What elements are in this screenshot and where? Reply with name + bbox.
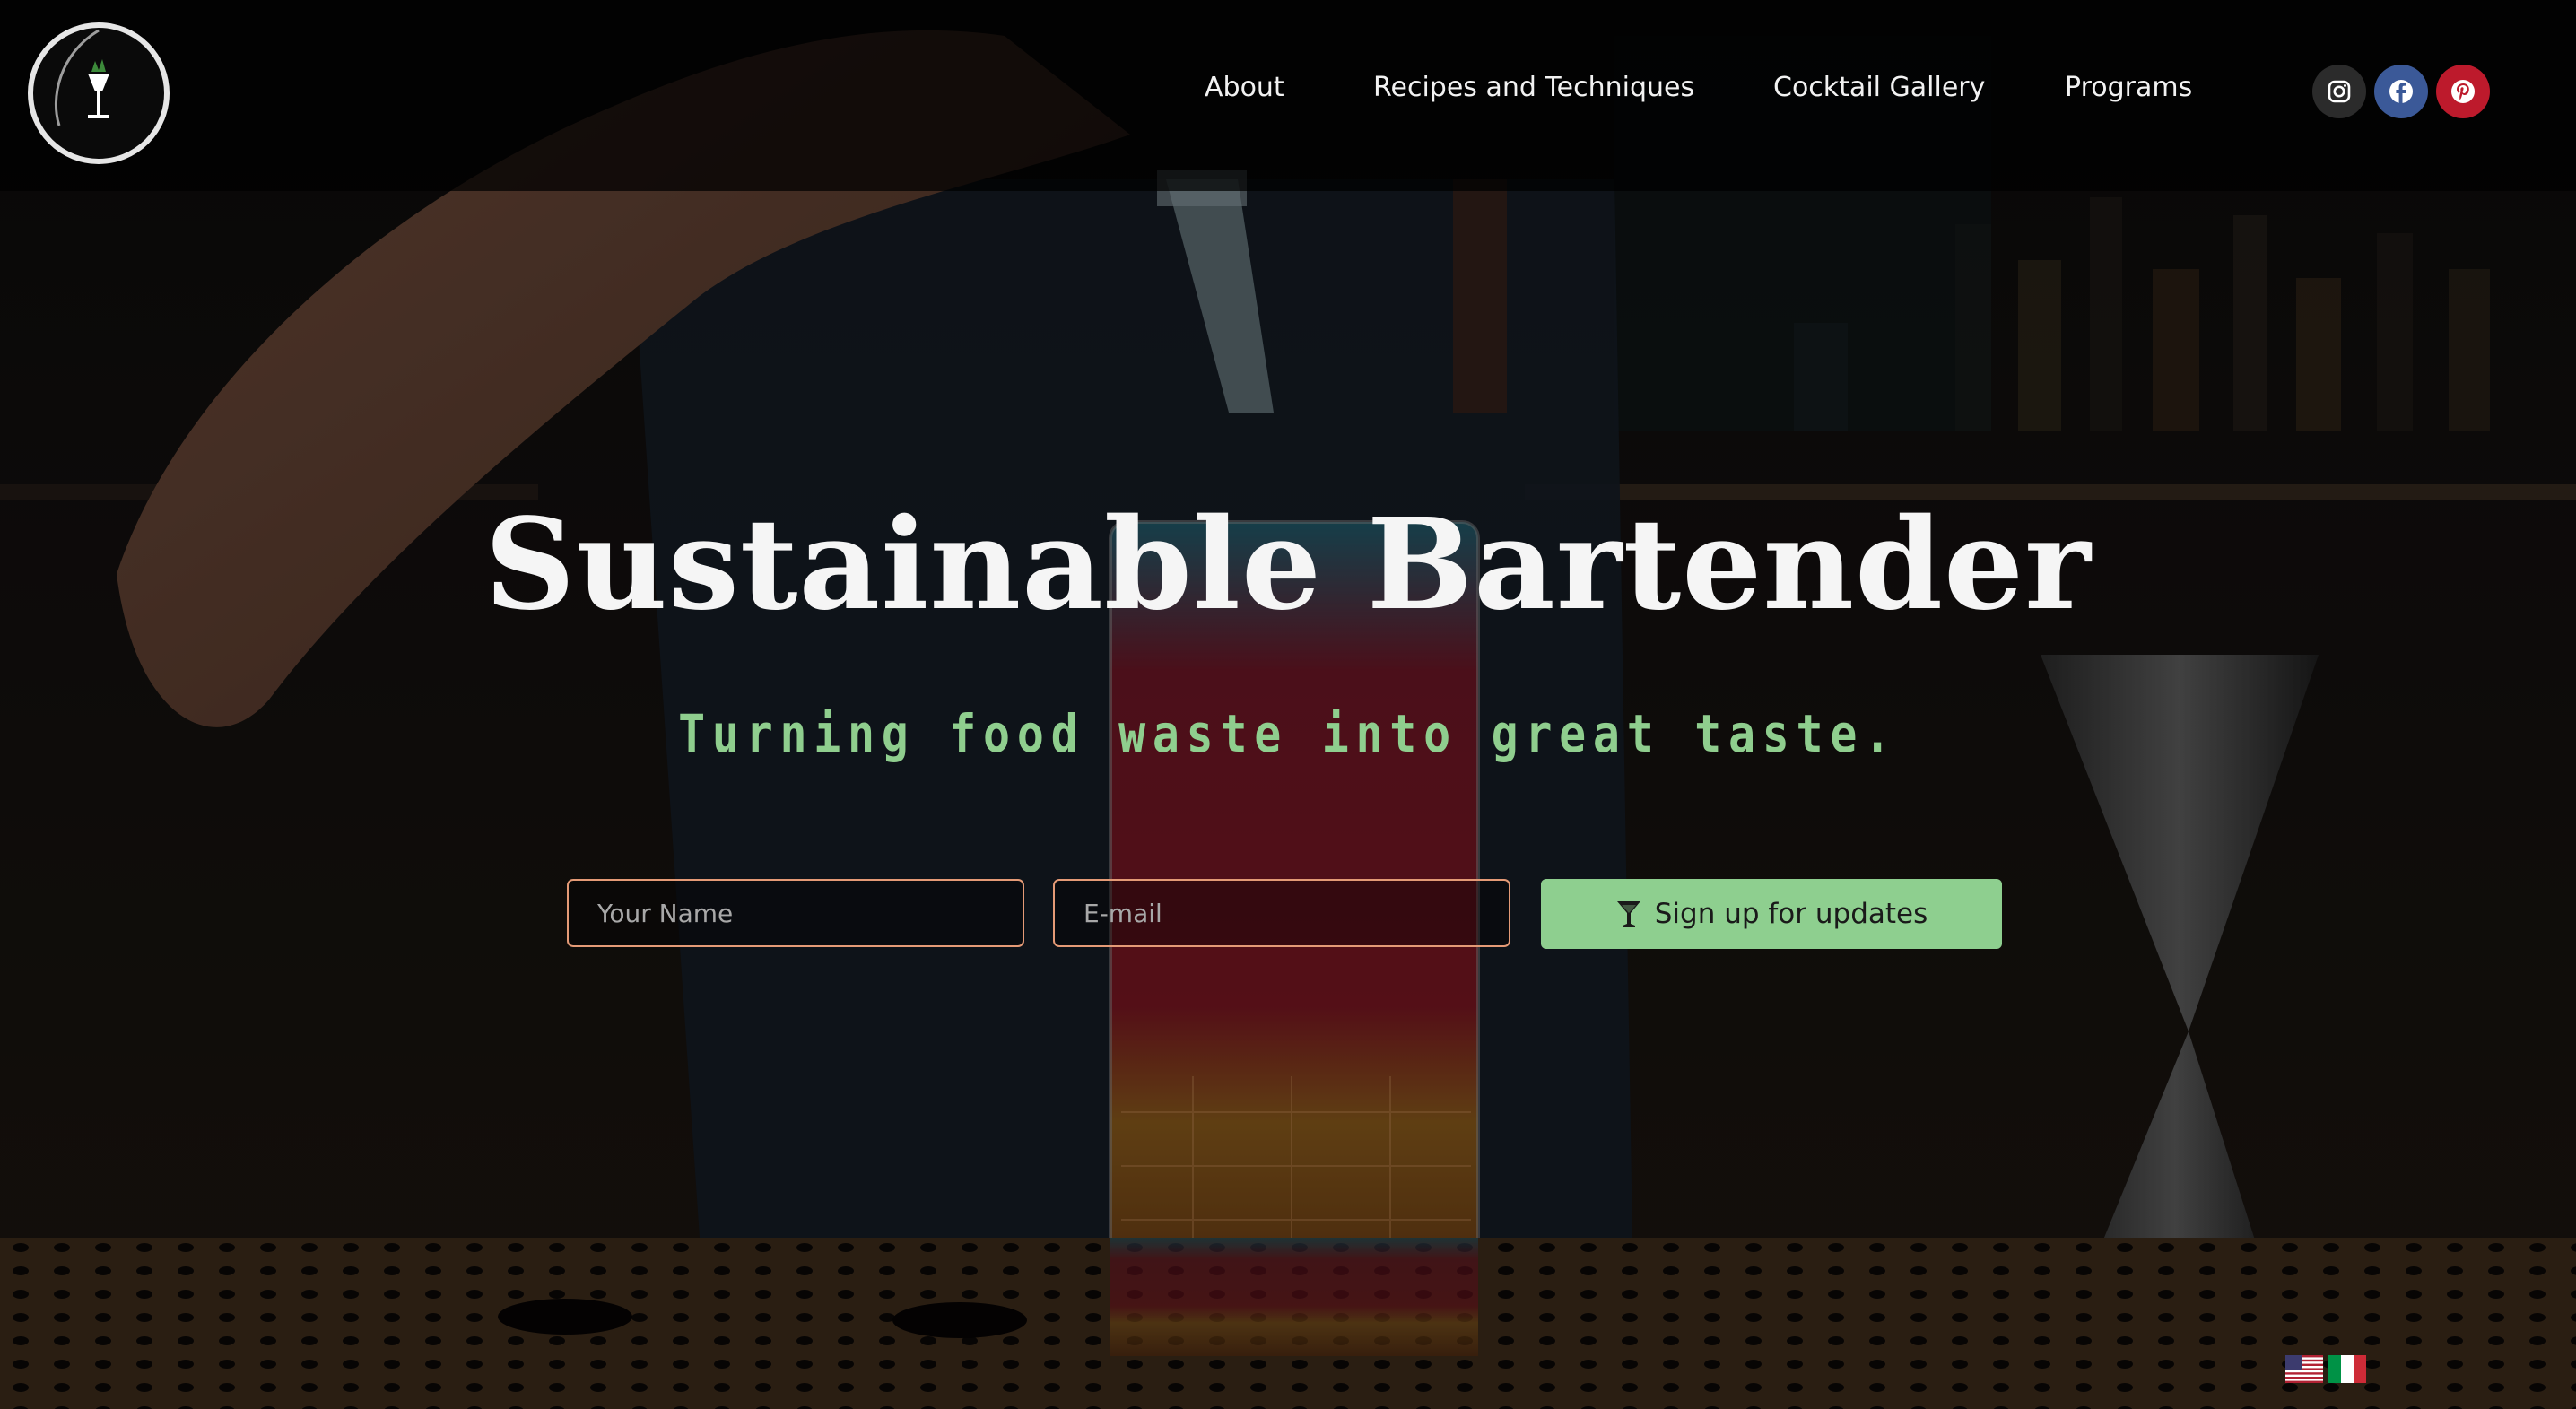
signup-button-label: Sign up for updates <box>1654 898 1928 930</box>
email-input[interactable] <box>1053 879 1510 947</box>
hero-tagline: Turning food waste into great taste. <box>678 703 1898 764</box>
pinterest-button[interactable] <box>2436 65 2490 118</box>
italy-flag-icon[interactable] <box>2328 1355 2366 1383</box>
nav-link-about[interactable]: About <box>1205 72 1284 103</box>
site-header: About Recipes and Techniques Cocktail Ga… <box>0 0 2576 191</box>
facebook-icon <box>2389 80 2413 103</box>
nav-link-recipes-techniques[interactable]: Recipes and Techniques <box>1373 72 1694 103</box>
facebook-button[interactable] <box>2374 65 2428 118</box>
signup-button[interactable]: Sign up for updates <box>1541 879 2002 949</box>
nav-link-programs[interactable]: Programs <box>2065 72 2192 103</box>
instagram-icon <box>2328 80 2351 103</box>
pinterest-icon <box>2451 80 2475 103</box>
martini-glass-icon <box>1616 901 1640 927</box>
nav-link-cocktail-gallery[interactable]: Cocktail Gallery <box>1773 72 1985 103</box>
name-input[interactable] <box>567 879 1024 947</box>
logo-icon[interactable] <box>23 18 174 169</box>
instagram-button[interactable] <box>2312 65 2366 118</box>
hero-title: Sustainable Bartender <box>484 491 2092 639</box>
us-flag-icon[interactable] <box>2285 1355 2323 1383</box>
